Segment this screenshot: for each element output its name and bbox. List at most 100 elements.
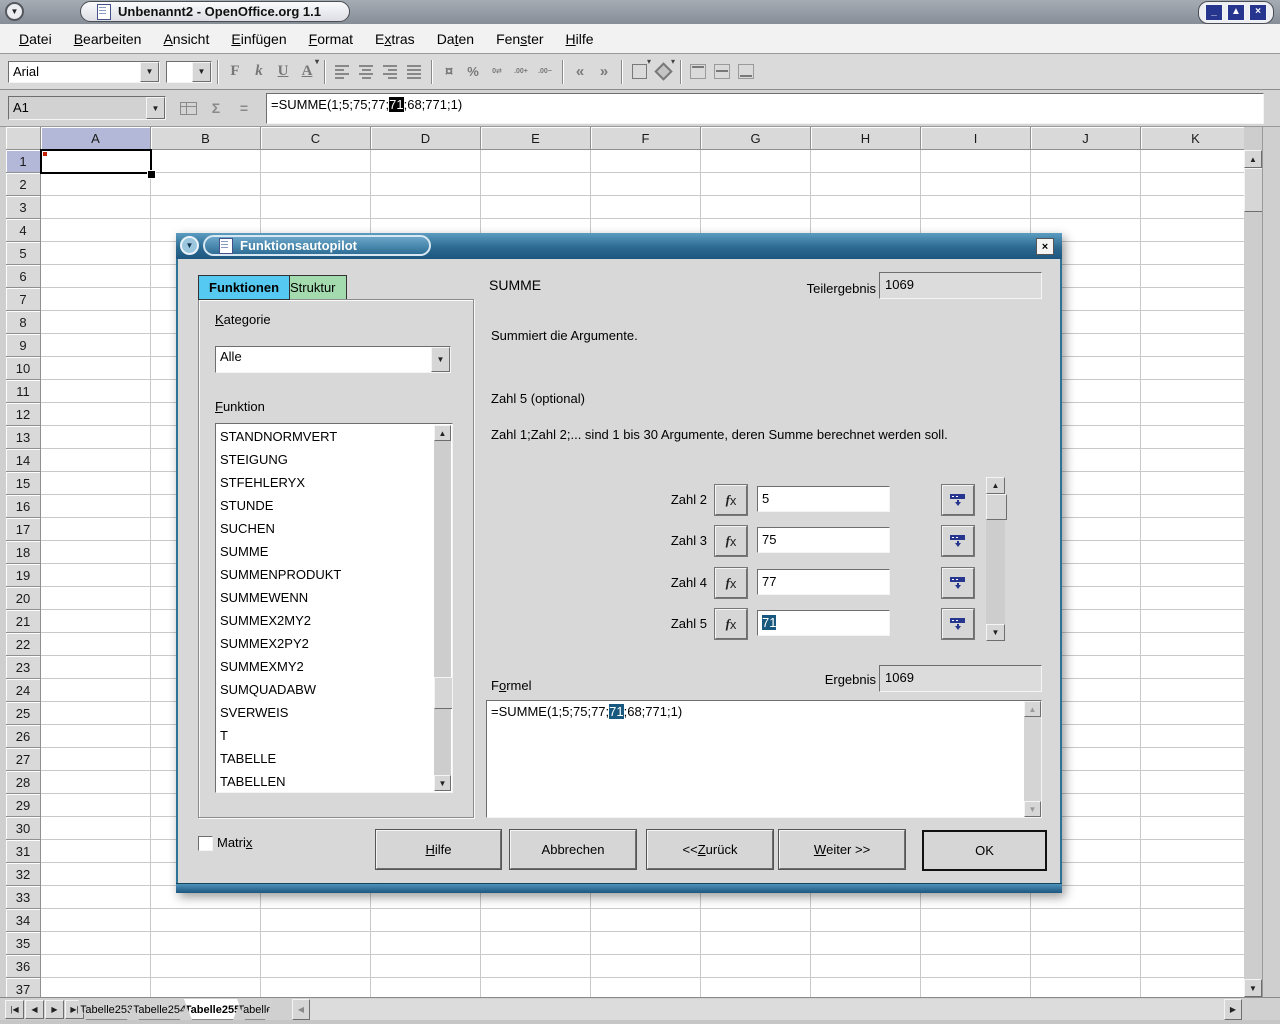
- row-header-16[interactable]: 16: [6, 495, 41, 518]
- ok-button[interactable]: OK: [922, 830, 1047, 871]
- row-header-15[interactable]: 15: [6, 472, 41, 495]
- scroll-down-icon[interactable]: ▼: [1024, 801, 1041, 817]
- menu-daten[interactable]: Daten: [428, 28, 483, 50]
- horizontal-scrollbar[interactable]: ◀ ▶: [292, 999, 1242, 1020]
- standard-format-icon[interactable]: 0⇄: [485, 60, 509, 84]
- menu-ansicht[interactable]: Ansicht: [154, 28, 218, 50]
- sheet-tab-tabelle254[interactable]: Tabelle254: [131, 999, 188, 1020]
- column-header-G[interactable]: G: [701, 127, 811, 150]
- row-header-33[interactable]: 33: [6, 886, 41, 909]
- maximize-button[interactable]: ▲: [1227, 4, 1245, 21]
- row-header-3[interactable]: 3: [6, 196, 41, 219]
- menu-hilfe[interactable]: Hilfe: [557, 28, 603, 50]
- decrease-indent-icon[interactable]: «: [568, 60, 592, 84]
- zahl-4-fx-button[interactable]: fx: [715, 568, 747, 598]
- window-menu-button[interactable]: ▼: [5, 2, 24, 21]
- minimize-button[interactable]: _: [1205, 4, 1223, 21]
- currency-format-icon[interactable]: ¤: [437, 60, 461, 84]
- zahl-3-shrink-button[interactable]: [942, 526, 974, 556]
- row-header-14[interactable]: 14: [6, 449, 41, 472]
- row-header-10[interactable]: 10: [6, 357, 41, 380]
- list-scroll-thumb[interactable]: [434, 677, 453, 709]
- weiter-button[interactable]: Weiter >>: [779, 830, 905, 869]
- scroll-up-icon[interactable]: ▲: [434, 425, 451, 441]
- name-box-dropdown-icon[interactable]: ▼: [146, 97, 165, 119]
- align-bottom-icon[interactable]: [734, 60, 758, 84]
- background-color-icon[interactable]: [651, 60, 675, 84]
- menu-einfgen[interactable]: Einfügen: [222, 28, 295, 50]
- row-header-7[interactable]: 7: [6, 288, 41, 311]
- zahl-2-input[interactable]: 5: [757, 486, 890, 512]
- menu-fenster[interactable]: Fenster: [487, 28, 552, 50]
- previous-sheet-button[interactable]: ◀: [25, 1000, 44, 1019]
- align-justify-icon[interactable]: [402, 60, 426, 84]
- row-header-17[interactable]: 17: [6, 518, 41, 541]
- category-combo[interactable]: Alle ▼: [215, 346, 451, 373]
- row-header-2[interactable]: 2: [6, 173, 41, 196]
- function-list-scrollbar[interactable]: ▲ ▼: [434, 425, 451, 791]
- sum-button[interactable]: Σ: [204, 97, 228, 119]
- row-header-26[interactable]: 26: [6, 725, 41, 748]
- hilfe-button[interactable]: Hilfe: [376, 830, 501, 869]
- formula-textarea[interactable]: =SUMME(1;5;75;77;71;68;771;1) ▲ ▼: [486, 700, 1042, 818]
- formula-scrollbar[interactable]: ▲ ▼: [1024, 701, 1041, 817]
- row-header-18[interactable]: 18: [6, 541, 41, 564]
- zahl-5-input[interactable]: 71: [757, 610, 890, 636]
- sheet-tab-tabelle253[interactable]: Tabelle253: [78, 999, 135, 1020]
- italic-icon[interactable]: k: [247, 60, 271, 84]
- row-header-5[interactable]: 5: [6, 242, 41, 265]
- zahl-4-shrink-button[interactable]: [942, 568, 974, 598]
- cell-reference-box[interactable]: A1 ▼: [8, 96, 166, 120]
- formula-input[interactable]: =SUMME(1;5;75;77;71;68;771;1): [266, 93, 1264, 124]
- row-header-12[interactable]: 12: [6, 403, 41, 426]
- scroll-down-icon[interactable]: ▼: [434, 775, 451, 791]
- vertical-scrollbar[interactable]: ▲ ▼: [1244, 127, 1262, 997]
- percent-format-icon[interactable]: %: [461, 60, 485, 84]
- row-header-36[interactable]: 36: [6, 955, 41, 978]
- scroll-down-icon[interactable]: ▼: [1244, 979, 1262, 997]
- argument-scrollbar[interactable]: ▲ ▼: [986, 477, 1005, 641]
- column-header-H[interactable]: H: [811, 127, 921, 150]
- row-header-24[interactable]: 24: [6, 679, 41, 702]
- column-header-F[interactable]: F: [591, 127, 701, 150]
- function-item-summewenn[interactable]: SUMMEWENN: [217, 586, 434, 609]
- function-item-tabellen[interactable]: TABELLEN: [217, 770, 434, 793]
- function-item-summex2my2[interactable]: SUMMEX2MY2: [217, 609, 434, 632]
- align-left-icon[interactable]: [330, 60, 354, 84]
- function-item-summexmy2[interactable]: SUMMEXMY2: [217, 655, 434, 678]
- function-equals-button[interactable]: =: [232, 97, 256, 119]
- zurück-button[interactable]: << Zurück: [647, 830, 773, 869]
- function-item-summex2py2[interactable]: SUMMEX2PY2: [217, 632, 434, 655]
- function-item-t[interactable]: T: [217, 724, 434, 747]
- function-item-tabelle[interactable]: TABELLE: [217, 747, 434, 770]
- row-header-27[interactable]: 27: [6, 748, 41, 771]
- column-header-J[interactable]: J: [1031, 127, 1141, 150]
- zahl-2-shrink-button[interactable]: [942, 485, 974, 515]
- add-decimal-icon[interactable]: .00+: [509, 60, 533, 84]
- column-header-I[interactable]: I: [921, 127, 1031, 150]
- row-header-32[interactable]: 32: [6, 863, 41, 886]
- row-header-13[interactable]: 13: [6, 426, 41, 449]
- function-item-suchen[interactable]: SUCHEN: [217, 517, 434, 540]
- row-header-1[interactable]: 1: [6, 150, 41, 173]
- function-item-sverweis[interactable]: SVERWEIS: [217, 701, 434, 724]
- row-header-22[interactable]: 22: [6, 633, 41, 656]
- menu-format[interactable]: Format: [300, 28, 362, 50]
- column-header-D[interactable]: D: [371, 127, 481, 150]
- row-header-11[interactable]: 11: [6, 380, 41, 403]
- next-sheet-button[interactable]: ▶: [45, 1000, 64, 1019]
- tab-funktionen[interactable]: Funktionen: [198, 275, 290, 300]
- scroll-down-icon[interactable]: ▼: [986, 624, 1005, 641]
- function-item-summenprodukt[interactable]: SUMMENPRODUKT: [217, 563, 434, 586]
- column-header-K[interactable]: K: [1141, 127, 1244, 150]
- font-size-combo[interactable]: ▼: [166, 61, 212, 83]
- argument-scroll-thumb[interactable]: [986, 494, 1007, 520]
- font-name-dropdown-icon[interactable]: ▼: [140, 62, 159, 82]
- row-header-6[interactable]: 6: [6, 265, 41, 288]
- vertical-scroll-thumb[interactable]: [1244, 168, 1264, 212]
- scroll-up-icon[interactable]: ▲: [1244, 150, 1262, 168]
- zahl-3-input[interactable]: 75: [757, 527, 890, 553]
- fill-handle[interactable]: [147, 170, 156, 179]
- row-header-30[interactable]: 30: [6, 817, 41, 840]
- column-header-B[interactable]: B: [151, 127, 261, 150]
